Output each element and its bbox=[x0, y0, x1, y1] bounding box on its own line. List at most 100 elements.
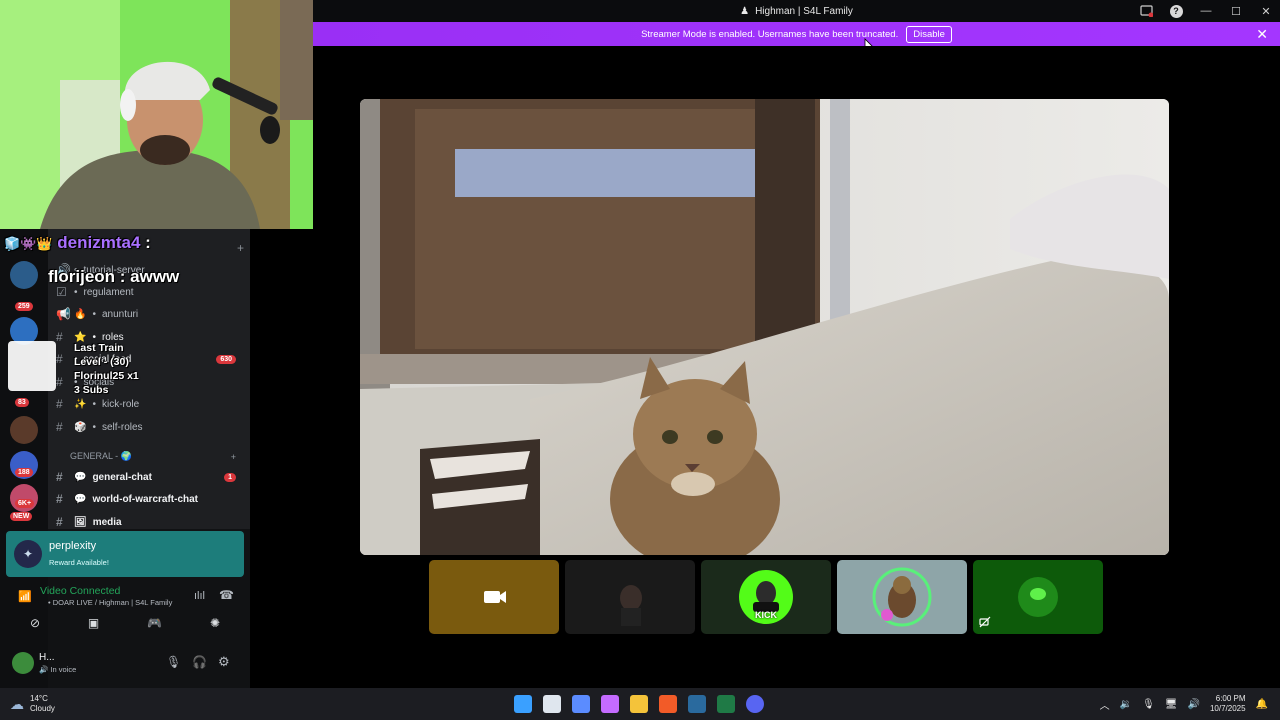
notification-icon[interactable]: 🔔 bbox=[1256, 699, 1268, 710]
brave-icon[interactable] bbox=[659, 695, 677, 713]
green-avatar bbox=[1018, 577, 1058, 617]
clock[interactable]: 6:00 PM 10/7/2025 bbox=[1210, 694, 1246, 714]
network-icon[interactable]: 🖥 bbox=[1165, 699, 1178, 710]
category-general[interactable]: GENERAL - 🌍 + bbox=[56, 451, 242, 462]
streamer-mode-banner: Streamer Mode is enabled. Usernames have… bbox=[313, 22, 1280, 46]
weather-text: 14°C Cloudy bbox=[30, 694, 55, 714]
noise-suppression-icon[interactable]: ılıl bbox=[194, 590, 205, 602]
minimize-button[interactable]: — bbox=[1198, 3, 1214, 19]
clock-time: 6:00 PM bbox=[1215, 694, 1246, 703]
alert-icon bbox=[8, 341, 56, 391]
disconnect-icon[interactable]: ☎ bbox=[219, 588, 234, 602]
mic-tray-icon[interactable]: 🎙 bbox=[1142, 699, 1155, 710]
activities-icon[interactable]: 🎮 bbox=[147, 616, 162, 630]
guild-badge-2: 83 bbox=[15, 398, 29, 407]
channel-prefix: • bbox=[92, 308, 96, 320]
channel-regulament[interactable]: ☑ • regulament bbox=[56, 285, 242, 299]
voice-channel[interactable]: • DOAR LIVE / Highman | S4L Family bbox=[48, 598, 172, 607]
channel-media[interactable]: # 🖼 media bbox=[56, 515, 242, 529]
perplexity-promo[interactable]: ✦ perplexity Reward Available! bbox=[6, 531, 244, 577]
alert-title: Last Train bbox=[74, 342, 124, 354]
soundboard-icon[interactable]: ✺ bbox=[210, 616, 220, 630]
video-stage: KICK bbox=[313, 46, 1280, 688]
hash-icon: # bbox=[56, 375, 63, 389]
channel-self-roles[interactable]: # 🎲 • self-roles bbox=[56, 420, 242, 434]
clock-date: 10/7/2025 bbox=[1209, 704, 1246, 713]
guild-badge-1: 259 bbox=[15, 302, 33, 311]
close-window-button[interactable]: ✕ bbox=[1258, 3, 1274, 19]
excel-icon[interactable] bbox=[717, 695, 735, 713]
hash-icon: # bbox=[56, 330, 63, 344]
speaker-icon[interactable]: 🔊 bbox=[1188, 699, 1200, 710]
hash-icon: # bbox=[56, 397, 63, 411]
sparkle-icon: ✨ bbox=[74, 398, 87, 410]
window-title-group: ♟ Highman | S4L Family bbox=[740, 6, 853, 17]
channel-kick-role[interactable]: # ✨ • kick-role bbox=[56, 397, 242, 411]
maximize-button[interactable]: ☐ bbox=[1228, 3, 1244, 19]
main-video-stream[interactable] bbox=[360, 99, 1169, 555]
m365-icon[interactable] bbox=[601, 695, 619, 713]
participant-tile-green[interactable] bbox=[973, 560, 1103, 634]
add-channel-top-icon[interactable]: + bbox=[237, 241, 244, 255]
avatar[interactable] bbox=[12, 652, 34, 674]
sub-alert: Last Train Level - (30) Florinul25 x1 3 … bbox=[74, 341, 139, 397]
video-camera-icon bbox=[484, 591, 506, 603]
settings-gear-icon[interactable]: ⚙ bbox=[218, 654, 230, 670]
channel-anunturi[interactable]: 📢 🔥 • anunturi bbox=[56, 307, 242, 321]
channel-prefix: • bbox=[92, 421, 96, 433]
voice-status[interactable]: Video Connected bbox=[40, 585, 120, 597]
participant-tile-camera[interactable] bbox=[429, 560, 559, 634]
promo-subtitle: Reward Available! bbox=[49, 558, 109, 567]
cat-video-frame bbox=[360, 99, 1169, 555]
user-name: H... bbox=[39, 652, 55, 663]
weather-desc: Cloudy bbox=[30, 704, 55, 713]
hash-icon: # bbox=[56, 470, 63, 484]
volume-icon[interactable]: 🔉 bbox=[1120, 699, 1132, 710]
camera-toggle-icon[interactable]: ⊘ bbox=[30, 616, 40, 630]
app-root: ♟ Highman | S4L Family ? — ☐ ✕ Streamer … bbox=[0, 0, 1280, 720]
microphone-icon[interactable]: 🎙 bbox=[166, 655, 181, 669]
channel-wow-chat[interactable]: # 💬 world-of-warcraft-chat bbox=[56, 492, 242, 506]
promo-title: perplexity bbox=[49, 540, 97, 552]
participant-tile-mascot[interactable] bbox=[837, 560, 967, 634]
close-banner-icon[interactable]: ✕ bbox=[1256, 26, 1268, 43]
file-explorer-icon[interactable] bbox=[630, 695, 648, 713]
cloud-icon: ☁ bbox=[10, 695, 24, 712]
steam-icon[interactable] bbox=[688, 695, 706, 713]
help-icon[interactable]: ? bbox=[1168, 3, 1184, 19]
chevron-up-icon[interactable]: ︿ bbox=[1100, 697, 1110, 712]
guild-icon-1[interactable] bbox=[10, 261, 38, 289]
kick-avatar bbox=[739, 570, 793, 624]
inbox-icon[interactable] bbox=[1138, 3, 1154, 19]
discord-icon[interactable] bbox=[746, 695, 764, 713]
user-status-text: In voice bbox=[50, 665, 77, 674]
channel-label: general-chat bbox=[92, 471, 152, 483]
alert-subs: 3 Subs bbox=[74, 384, 109, 396]
chat-username: denizmta4 bbox=[57, 233, 141, 252]
announcement-icon: 📢 bbox=[56, 307, 71, 321]
channel-prefix: • bbox=[74, 286, 78, 298]
disable-streamer-mode-button[interactable]: Disable bbox=[906, 25, 952, 43]
channel-label: media bbox=[92, 516, 122, 528]
guild-badge-new: NEW bbox=[10, 512, 33, 521]
hash-icon: # bbox=[56, 492, 63, 506]
participant-tile-kick[interactable]: KICK bbox=[701, 560, 831, 634]
voice-actions: ⊘ ▣ 🎮 ✺ bbox=[6, 616, 244, 630]
headphones-icon[interactable]: 🎧 bbox=[192, 655, 207, 669]
guild-badge-3: 188 bbox=[15, 468, 33, 477]
start-icon[interactable] bbox=[514, 695, 532, 713]
alert-user: Florinul25 x1 bbox=[74, 370, 139, 382]
task-view-icon[interactable] bbox=[543, 695, 561, 713]
channel-general-chat[interactable]: # 💬 general-chat 1 bbox=[56, 470, 242, 484]
voice-panel: 📶 Video Connected • DOAR LIVE / Highman … bbox=[6, 580, 244, 644]
windows-taskbar: ☁ 14°C Cloudy ︿ 🔉 🎙 🖥 🔊 6:00 PM 10/7/202… bbox=[0, 688, 1280, 720]
image-icon: 🖼 bbox=[74, 516, 87, 528]
add-channel-icon[interactable]: + bbox=[231, 452, 236, 462]
taskbar-apps bbox=[514, 695, 764, 713]
copilot-icon[interactable] bbox=[572, 695, 590, 713]
participant-tile-avatar[interactable] bbox=[565, 560, 695, 634]
guild-badge-4: 6K+ bbox=[15, 499, 35, 508]
guild-icon-3[interactable] bbox=[10, 416, 38, 444]
weather-widget[interactable]: ☁ 14°C Cloudy bbox=[10, 694, 55, 714]
screen-share-icon[interactable]: ▣ bbox=[88, 616, 99, 630]
